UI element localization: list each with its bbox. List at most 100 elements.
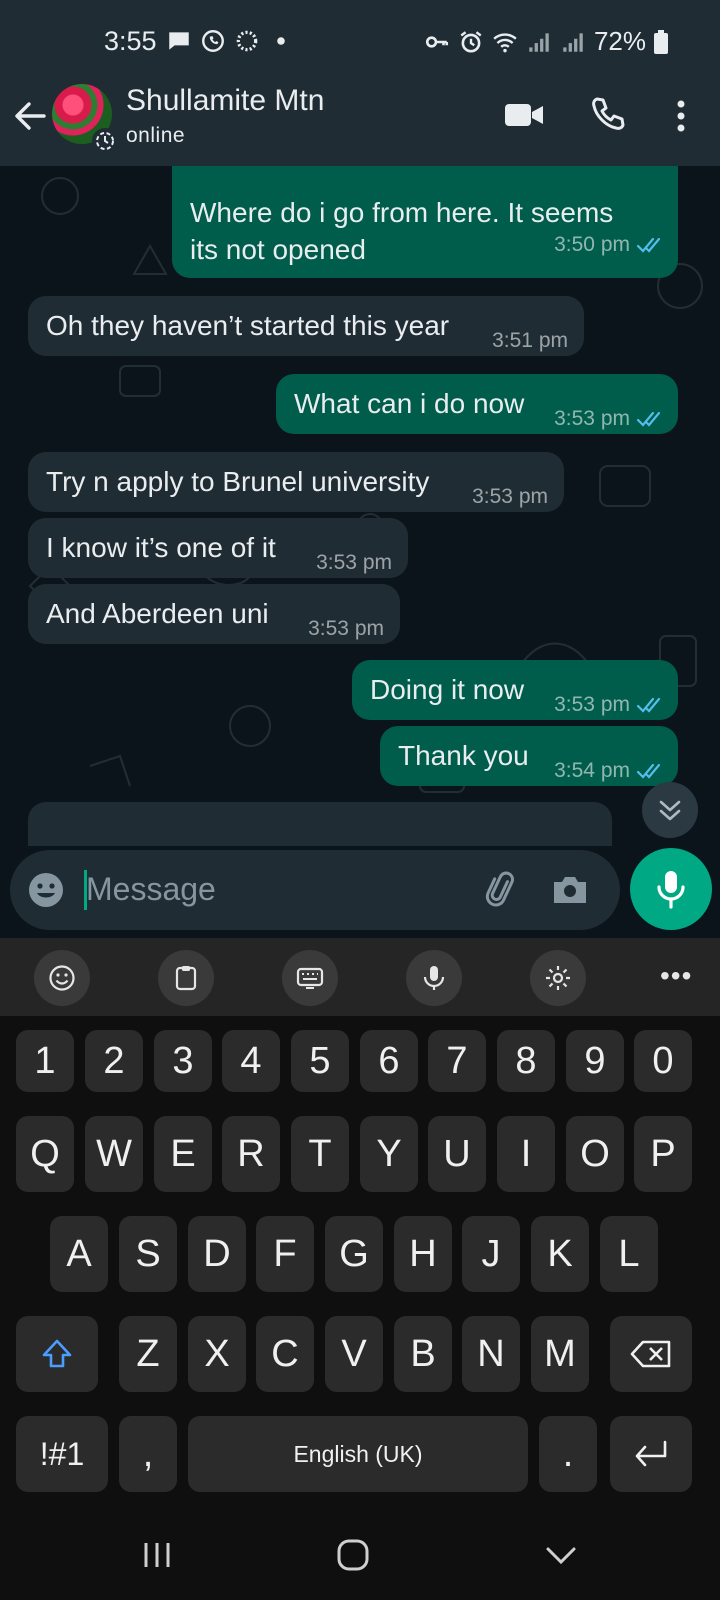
key-8[interactable]: 8 xyxy=(497,1030,555,1092)
message-time: 3:53 pm xyxy=(554,693,630,716)
key-4[interactable]: 4 xyxy=(222,1030,280,1092)
settings-icon xyxy=(546,966,570,990)
shift-arrow-icon xyxy=(42,1339,72,1368)
key-b[interactable]: B xyxy=(394,1316,452,1392)
whatsapp-icon xyxy=(202,30,224,52)
emoji-icon[interactable] xyxy=(26,870,66,910)
key-icon xyxy=(425,35,449,48)
voice-icon xyxy=(423,966,445,990)
keyboard-mode-button[interactable] xyxy=(282,950,338,1006)
back-arrow-icon[interactable] xyxy=(10,96,50,136)
key-1[interactable]: 1 xyxy=(16,1030,74,1092)
shift-key[interactable] xyxy=(16,1316,98,1392)
message-bubble-outgoing[interactable]: Doing it now 3:53 pm xyxy=(352,660,678,720)
read-ticks-icon xyxy=(636,411,661,427)
camera-icon[interactable] xyxy=(550,870,590,910)
key-2[interactable]: 2 xyxy=(85,1030,143,1092)
keyboard: 1 2 3 4 5 6 7 8 9 0 Q W E R T Y U I O P … xyxy=(0,1016,720,1510)
emoji-icon xyxy=(49,965,75,991)
message-bubble-incoming-partial[interactable] xyxy=(28,802,612,846)
backspace-icon xyxy=(630,1340,671,1368)
key-y[interactable]: Y xyxy=(360,1116,418,1192)
key-a[interactable]: A xyxy=(50,1216,108,1292)
message-bubble-incoming[interactable]: Try n apply to Brunel university 3:53 pm xyxy=(28,452,564,512)
navigation-bar xyxy=(0,1510,720,1600)
home-icon[interactable] xyxy=(328,1530,378,1580)
message-text: Thank you xyxy=(398,740,529,771)
key-q[interactable]: Q xyxy=(16,1116,74,1192)
contact-name[interactable]: Shullamite Mtn xyxy=(126,84,324,118)
symbols-key[interactable]: !#1 xyxy=(16,1416,108,1492)
space-key[interactable]: English (UK) xyxy=(188,1416,528,1492)
message-input[interactable] xyxy=(86,864,466,914)
key-t[interactable]: T xyxy=(291,1116,349,1192)
key-n[interactable]: N xyxy=(462,1316,520,1392)
key-5[interactable]: 5 xyxy=(291,1030,349,1092)
more-options-icon[interactable] xyxy=(666,96,696,136)
key-k[interactable]: K xyxy=(531,1216,589,1292)
message-bubble-outgoing[interactable]: Thank you 3:54 pm xyxy=(380,726,678,786)
voice-input-button[interactable] xyxy=(406,950,462,1006)
key-d[interactable]: D xyxy=(188,1216,246,1292)
toolbar-more-button[interactable]: ••• xyxy=(660,960,692,992)
message-bubble-outgoing[interactable]: What can i do now 3:53 pm xyxy=(276,374,678,434)
voice-message-button[interactable] xyxy=(630,848,712,930)
key-h[interactable]: H xyxy=(394,1216,452,1292)
key-f[interactable]: F xyxy=(256,1216,314,1292)
key-p[interactable]: P xyxy=(634,1116,692,1192)
key-v[interactable]: V xyxy=(325,1316,383,1392)
message-meta: 3:53 pm xyxy=(554,686,664,723)
key-i[interactable]: I xyxy=(497,1116,555,1192)
key-m[interactable]: M xyxy=(531,1316,589,1392)
status-ring-icon xyxy=(92,128,118,154)
key-3[interactable]: 3 xyxy=(154,1030,212,1092)
key-r[interactable]: R xyxy=(222,1116,280,1192)
keyboard-settings-button[interactable] xyxy=(530,950,586,1006)
message-input-container[interactable] xyxy=(10,850,620,930)
message-bubble-outgoing[interactable]: Where do i go from here. It seems its no… xyxy=(172,166,678,278)
key-j[interactable]: J xyxy=(462,1216,520,1292)
sync-icon xyxy=(236,30,258,52)
message-bubble-incoming[interactable]: Oh they haven’t started this year 3:51 p… xyxy=(28,296,584,356)
key-z[interactable]: Z xyxy=(119,1316,177,1392)
battery-percent: 72% xyxy=(593,26,646,56)
key-c[interactable]: C xyxy=(256,1316,314,1392)
clipboard-icon xyxy=(175,966,197,991)
phone-icon[interactable] xyxy=(590,96,626,132)
period-key[interactable]: . xyxy=(539,1416,597,1492)
scroll-to-bottom-button[interactable] xyxy=(642,782,698,838)
key-9[interactable]: 9 xyxy=(566,1030,624,1092)
signal-icon xyxy=(529,32,549,52)
comma-key[interactable]: , xyxy=(119,1416,177,1492)
key-7[interactable]: 7 xyxy=(428,1030,486,1092)
keyboard-toolbar: ••• xyxy=(0,938,720,1016)
key-l[interactable]: L xyxy=(600,1216,658,1292)
recent-apps-icon[interactable] xyxy=(132,1530,182,1580)
message-time: 3:51 pm xyxy=(492,329,568,352)
paperclip-icon[interactable] xyxy=(482,870,522,910)
key-6[interactable]: 6 xyxy=(360,1030,418,1092)
chat-header: Shullamite Mtn online xyxy=(0,84,720,166)
key-e[interactable]: E xyxy=(154,1116,212,1192)
key-o[interactable]: O xyxy=(566,1116,624,1192)
key-x[interactable]: X xyxy=(188,1316,246,1392)
key-w[interactable]: W xyxy=(85,1116,143,1192)
backspace-key[interactable] xyxy=(610,1316,692,1392)
hide-keyboard-icon[interactable] xyxy=(536,1530,586,1580)
message-bubble-incoming[interactable]: And Aberdeen uni 3:53 pm xyxy=(28,584,400,644)
contact-status: online xyxy=(126,124,186,147)
battery-icon xyxy=(654,29,668,54)
chat-notification-icon xyxy=(169,32,189,50)
enter-arrow-icon xyxy=(635,1440,667,1467)
chat-area[interactable]: Where do i go from here. It seems its no… xyxy=(0,166,720,846)
keyboard-emoji-button[interactable] xyxy=(34,950,90,1006)
key-s[interactable]: S xyxy=(119,1216,177,1292)
key-0[interactable]: 0 xyxy=(634,1030,692,1092)
video-call-icon[interactable] xyxy=(504,100,544,130)
enter-key[interactable] xyxy=(610,1416,692,1492)
key-u[interactable]: U xyxy=(428,1116,486,1192)
message-bubble-incoming[interactable]: I know it’s one of it 3:53 pm xyxy=(28,518,408,578)
key-g[interactable]: G xyxy=(325,1216,383,1292)
message-text: Try n apply to Brunel university xyxy=(46,466,430,497)
clipboard-button[interactable] xyxy=(158,950,214,1006)
